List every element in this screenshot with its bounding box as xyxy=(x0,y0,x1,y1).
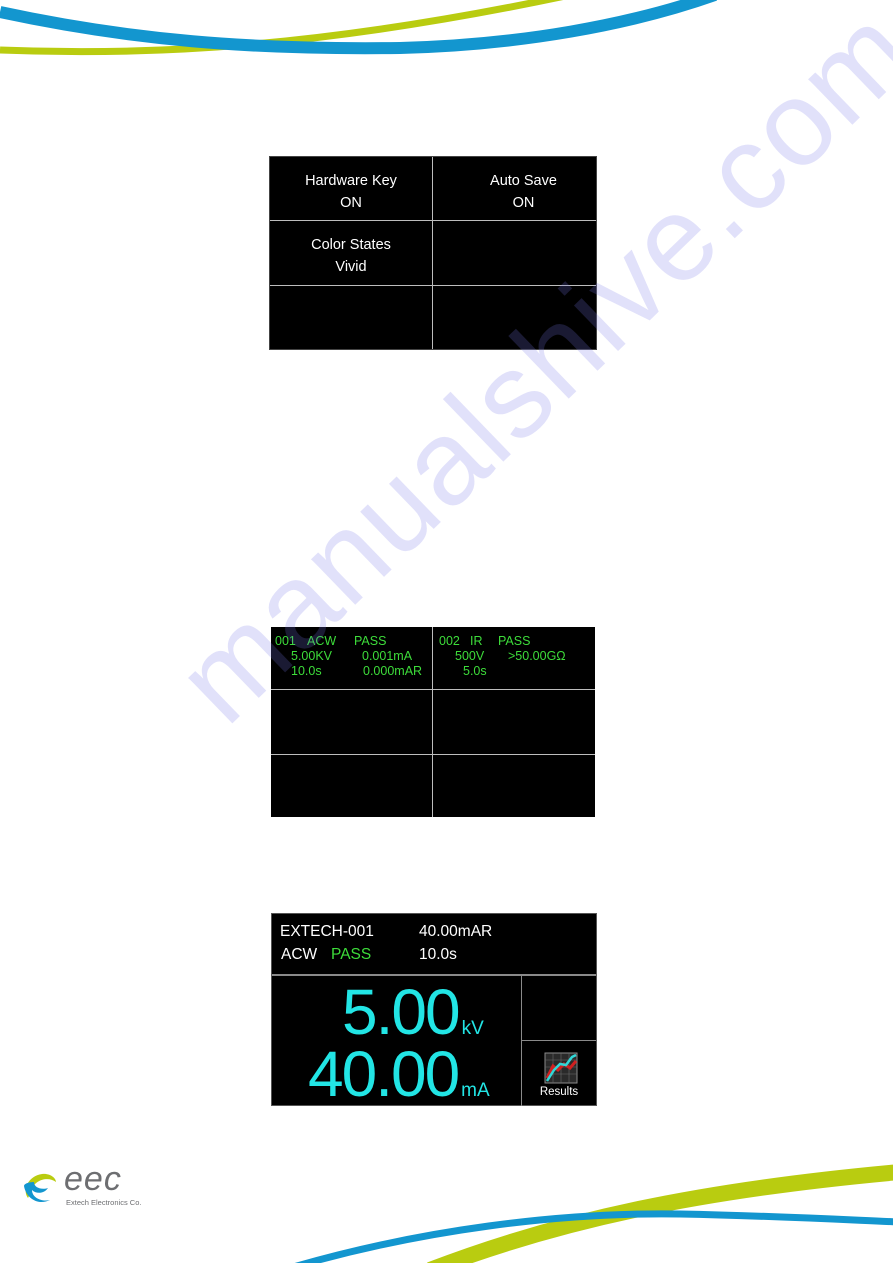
test-type: ACW xyxy=(281,946,318,963)
result-time: 5.0s xyxy=(463,664,487,678)
dwell-time: 10.0s xyxy=(419,946,457,963)
test-status: PASS xyxy=(331,946,372,963)
setting-color-states[interactable]: Color States Vivid xyxy=(270,221,433,286)
result-step: 002 xyxy=(439,634,460,648)
setting-value: ON xyxy=(512,195,535,211)
result-cell-empty[interactable] xyxy=(271,690,433,755)
result-cell-empty[interactable] xyxy=(433,690,595,755)
result-cell-ir[interactable]: 002 IR PASS 500V >50.00GΩ 5.0s xyxy=(433,627,595,690)
result-voltage: 5.00KV xyxy=(291,649,333,663)
side-button-empty[interactable] xyxy=(522,976,596,1041)
result-time: 10.0s xyxy=(291,664,322,678)
setting-auto-save[interactable]: Auto Save ON xyxy=(433,157,596,221)
result-current: 0.001mA xyxy=(362,649,413,663)
meter-area: 5.00 kV 40.00 mA xyxy=(272,976,522,1106)
settings-screen: Hardware Key ON Auto Save ON Color State… xyxy=(269,156,597,350)
result-status: PASS xyxy=(354,634,387,648)
file-name: EXTECH-001 xyxy=(280,923,374,940)
voltage-readout: 5.00 kV xyxy=(342,980,484,1044)
result-status: PASS xyxy=(498,634,531,648)
current-readout: 40.00 mA xyxy=(308,1042,490,1106)
results-screen: 001 ACW PASS 5.00KV 0.001mA 10.0s 0.000m… xyxy=(271,627,595,817)
header-swoosh xyxy=(0,0,717,56)
result-test-type: IR xyxy=(470,634,483,648)
result-cell-acw[interactable]: 001 ACW PASS 5.00KV 0.001mA 10.0s 0.000m… xyxy=(271,627,433,690)
results-button[interactable]: Results xyxy=(522,1041,596,1105)
setting-title: Color States xyxy=(311,237,391,253)
footer-swoosh xyxy=(294,1164,893,1263)
result-voltage: 500V xyxy=(455,649,485,663)
voltage-unit: kV xyxy=(461,1018,484,1039)
result-resistance: >50.00GΩ xyxy=(508,649,566,663)
setting-empty[interactable] xyxy=(433,286,596,349)
setting-title: Hardware Key xyxy=(305,173,397,189)
test-header: EXTECH-001 40.00mAR ACW PASS 10.0s xyxy=(272,914,596,976)
chart-icon xyxy=(544,1052,578,1084)
results-button-label: Results xyxy=(539,1086,579,1098)
setting-empty[interactable] xyxy=(270,286,433,349)
result-cell-empty[interactable] xyxy=(433,755,595,817)
current-unit: mA xyxy=(461,1080,490,1101)
result-test-type: ACW xyxy=(307,634,337,648)
result-step: 001 xyxy=(275,634,296,648)
setting-value: ON xyxy=(340,195,362,211)
setting-value: Vivid xyxy=(335,259,367,275)
blue-swoosh-top xyxy=(0,0,717,55)
real-current-reading: 40.00mAR xyxy=(419,923,493,940)
result-cell-empty[interactable] xyxy=(271,755,433,817)
setting-hardware-key[interactable]: Hardware Key ON xyxy=(270,157,433,221)
result-real-current: 0.000mAR xyxy=(363,664,423,678)
current-value: 40.00 xyxy=(308,1038,460,1110)
test-screen: EXTECH-001 40.00mAR ACW PASS 10.0s 5.00 k… xyxy=(271,913,597,1106)
setting-empty[interactable] xyxy=(433,221,596,286)
setting-title: Auto Save xyxy=(490,173,557,189)
